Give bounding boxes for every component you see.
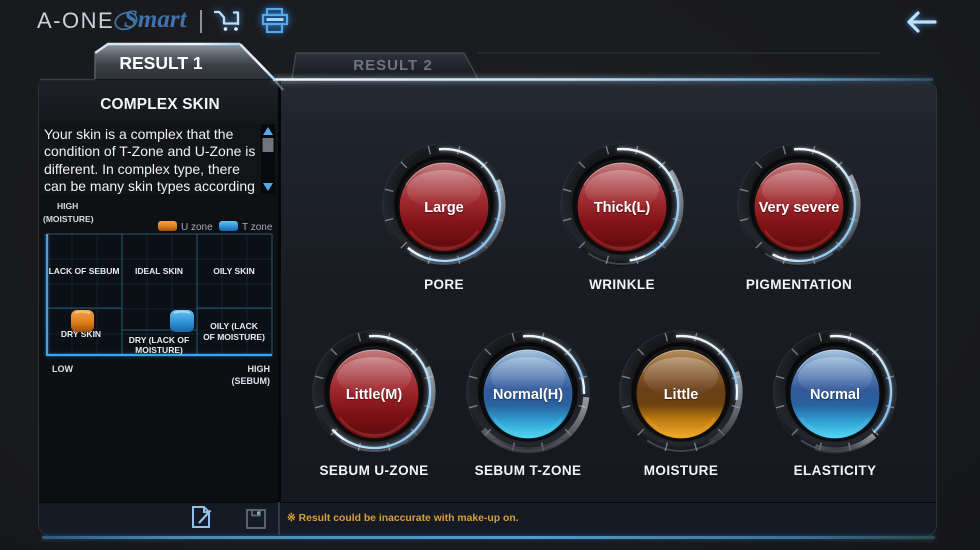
svg-text:RESULT 1: RESULT 1 — [119, 53, 203, 73]
svg-text:MOISTURE): MOISTURE) — [135, 345, 183, 355]
svg-text:(MOISTURE): (MOISTURE) — [43, 214, 94, 224]
svg-text:(SEBUM): (SEBUM) — [232, 376, 271, 386]
svg-text:DRY (LACK OF: DRY (LACK OF — [129, 335, 189, 345]
svg-text:IDEAL SKIN: IDEAL SKIN — [135, 266, 183, 276]
svg-text:Normal(H): Normal(H) — [493, 387, 563, 403]
svg-text:OILY (LACK: OILY (LACK — [210, 321, 259, 331]
svg-text:LOW: LOW — [52, 364, 73, 374]
svg-text:T zone: T zone — [242, 222, 273, 233]
svg-text:Normal: Normal — [810, 387, 860, 403]
svg-text:Large: Large — [424, 200, 464, 216]
svg-text:Very severe: Very severe — [759, 200, 840, 216]
svg-text:Thick(L): Thick(L) — [594, 200, 651, 216]
svg-text:OILY SKIN: OILY SKIN — [213, 266, 255, 276]
svg-text:Little(M): Little(M) — [346, 387, 403, 403]
svg-text:OF MOISTURE): OF MOISTURE) — [203, 332, 265, 342]
svg-text:U zone: U zone — [181, 222, 213, 233]
svg-text:Little: Little — [664, 387, 699, 403]
svg-text:HIGH: HIGH — [57, 201, 78, 211]
svg-text:HIGH: HIGH — [248, 364, 271, 374]
svg-text:LACK OF SEBUM: LACK OF SEBUM — [49, 266, 120, 276]
svg-text:RESULT 2: RESULT 2 — [353, 57, 432, 74]
